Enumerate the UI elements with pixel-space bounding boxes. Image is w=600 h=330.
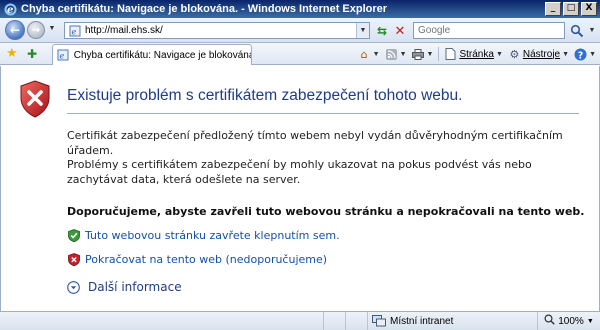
maximize-button[interactable]: □ bbox=[563, 2, 579, 16]
status-cell bbox=[324, 312, 346, 330]
more-info-toggle[interactable]: Další informace bbox=[67, 280, 182, 294]
title-bar: e Chyba certifikátu: Navigace je bloková… bbox=[0, 0, 600, 18]
tools-menu-label: Nástroje bbox=[522, 48, 561, 60]
gear-icon: ⚙ bbox=[509, 47, 520, 61]
toolbar-separator bbox=[438, 47, 440, 61]
window-title: Chyba certifikátu: Navigace je blokována… bbox=[21, 3, 388, 15]
svg-text:e: e bbox=[60, 52, 65, 61]
tab-active[interactable]: e Chyba certifikátu: Navigace je bloková… bbox=[52, 44, 252, 65]
home-icon: ⌂ bbox=[360, 47, 368, 61]
address-dropdown[interactable]: ▼ bbox=[356, 23, 369, 38]
expand-circle-icon bbox=[67, 280, 80, 294]
zoom-control[interactable]: 100% ▼ bbox=[538, 312, 600, 330]
svg-text:e: e bbox=[72, 27, 77, 36]
status-cell bbox=[346, 312, 368, 330]
favorites-star-icon[interactable]: ★ bbox=[6, 47, 20, 61]
ie-logo-icon: e bbox=[3, 2, 17, 16]
stop-icon: ✕ bbox=[394, 22, 406, 38]
status-text-area bbox=[0, 312, 324, 330]
page-content: Existuje problém s certifikátem zabezpeč… bbox=[0, 66, 600, 311]
continue-row: Pokračovat na tento web (nedoporučujeme) bbox=[67, 253, 327, 266]
zoom-icon bbox=[544, 314, 555, 328]
minimize-button[interactable]: _ bbox=[545, 2, 561, 16]
feeds-button[interactable]: ▼ bbox=[385, 48, 407, 61]
intranet-icon bbox=[372, 315, 386, 327]
forward-arrow-icon: → bbox=[31, 24, 41, 36]
back-arrow-icon: ← bbox=[9, 23, 21, 37]
certificate-issue-text: Certifikát zabezpečení předložený tímto … bbox=[67, 129, 563, 157]
page-title: Existuje problém s certifikátem zabezpeč… bbox=[67, 87, 463, 104]
navigation-bar: ← → ▼ e ▼ ⇆ ✕ ▼ bbox=[0, 18, 600, 43]
command-bar: ★ ✚ e Chyba certifikátu: Navigace je blo… bbox=[0, 43, 600, 65]
security-zone-label: Místní intranet bbox=[390, 315, 454, 327]
close-page-link[interactable]: Tuto webovou stránku zavřete klepnutím s… bbox=[85, 229, 340, 242]
close-page-row: Tuto webovou stránku zavřete klepnutím s… bbox=[67, 229, 340, 242]
zoom-level: 100% bbox=[558, 315, 584, 327]
forward-button[interactable]: → bbox=[27, 21, 45, 39]
more-info-label: Další informace bbox=[88, 280, 182, 294]
shield-error-icon bbox=[20, 80, 50, 118]
page-icon bbox=[444, 48, 457, 61]
rss-feed-icon bbox=[385, 48, 398, 61]
search-icon bbox=[570, 24, 584, 37]
recommendation-text: Doporučujeme, abyste zavřeli tuto webovo… bbox=[67, 205, 585, 218]
tab-label: Chyba certifikátu: Navigace je blokována bbox=[73, 49, 251, 61]
search-box[interactable] bbox=[413, 22, 565, 39]
address-input[interactable] bbox=[85, 25, 356, 36]
page-menu-label: Stránka bbox=[459, 48, 494, 60]
search-options-dropdown[interactable]: ▼ bbox=[587, 22, 597, 39]
recent-pages-dropdown[interactable]: ▼ bbox=[47, 25, 57, 32]
stop-button[interactable]: ✕ bbox=[391, 22, 409, 39]
close-button[interactable]: X bbox=[581, 2, 597, 16]
add-favorite-icon[interactable]: ✚ bbox=[27, 47, 41, 61]
address-bar[interactable]: e ▼ bbox=[64, 22, 370, 39]
refresh-icon: ⇆ bbox=[376, 23, 388, 38]
search-button[interactable] bbox=[568, 22, 586, 39]
shield-error-icon bbox=[67, 253, 80, 266]
status-bar: Místní intranet 100% ▼ bbox=[0, 311, 600, 330]
printer-icon bbox=[412, 48, 425, 61]
shield-ok-icon bbox=[67, 229, 80, 242]
tab-page-icon: e bbox=[57, 49, 70, 62]
continue-to-website-link[interactable]: Pokračovat na tento web (nedoporučujeme) bbox=[85, 253, 327, 266]
heading-divider bbox=[67, 113, 579, 114]
help-icon: ? bbox=[574, 48, 587, 61]
security-zone[interactable]: Místní intranet bbox=[368, 312, 538, 330]
svg-text:?: ? bbox=[578, 50, 584, 61]
page-icon: e bbox=[68, 24, 82, 38]
tools-menu[interactable]: ⚙ Nástroje ▼ bbox=[508, 48, 569, 61]
svg-text:e: e bbox=[7, 5, 13, 16]
risk-explanation-text: Problémy s certifikátem zabezpečení by m… bbox=[67, 158, 532, 186]
help-button[interactable]: ? ▼ bbox=[574, 48, 596, 61]
print-button[interactable]: ▼ bbox=[412, 48, 433, 61]
home-button[interactable]: ⌂ ▼ bbox=[358, 48, 380, 61]
search-input[interactable] bbox=[414, 25, 564, 36]
refresh-button[interactable]: ⇆ bbox=[373, 22, 391, 39]
back-button[interactable]: ← bbox=[5, 20, 25, 40]
page-menu[interactable]: Stránka ▼ bbox=[444, 48, 503, 61]
zoom-dropdown[interactable]: ▼ bbox=[587, 318, 594, 325]
